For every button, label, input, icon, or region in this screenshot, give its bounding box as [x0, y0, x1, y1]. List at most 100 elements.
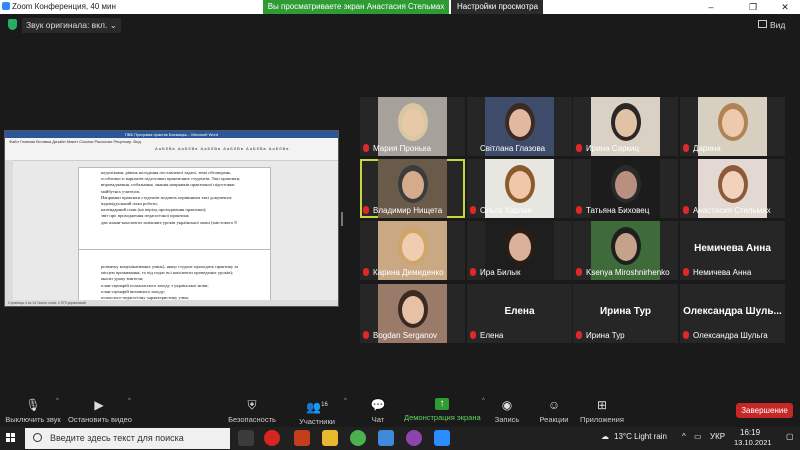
- panel-splitter-handle[interactable]: [341, 212, 343, 226]
- participant-tile[interactable]: Ира Билык: [467, 221, 572, 280]
- taskbar-search-box[interactable]: Введите здесь текст для поиска: [25, 428, 230, 449]
- meeting-toolbar: 🎙 Выключить звук ^ ▶ Остановить видео ^ …: [0, 394, 800, 427]
- caret-up-icon[interactable]: ^: [56, 398, 59, 404]
- participant-tile[interactable]: Ольга Харлан: [467, 159, 572, 218]
- participant-tile[interactable]: Татьяна Биховец: [573, 159, 678, 218]
- participant-tile[interactable]: Ирина Тур Ирина Тур: [573, 284, 678, 343]
- shared-window-title: ПВБ Програма практик Бахмацьк... Microso…: [5, 131, 338, 138]
- clock-time[interactable]: 16:19: [740, 428, 760, 437]
- windows-taskbar: Введите здесь текст для поиска ☁ 13°C Li…: [0, 427, 800, 450]
- mail-icon[interactable]: [378, 430, 394, 446]
- view-button[interactable]: Вид: [770, 20, 785, 30]
- taskbar-search-placeholder: Введите здесь текст для поиска: [50, 433, 184, 443]
- file-explorer-icon[interactable]: [322, 430, 338, 446]
- minimize-icon[interactable]: –: [696, 0, 726, 14]
- task-view-icon[interactable]: [238, 430, 254, 446]
- participant-tile[interactable]: Bogdan Serganov: [360, 284, 465, 343]
- word-style-gallery: АаБбВв АаБбВв АаБбВв АаБбВв АаБбВв АаБбВ…: [155, 146, 290, 151]
- participant-tile[interactable]: Немичева Анна Немичева Анна: [680, 221, 785, 280]
- caret-up-icon[interactable]: ^: [482, 398, 485, 404]
- participants-button[interactable]: 👥16 Участники ^: [296, 394, 347, 427]
- tray-up-arrow-icon[interactable]: ^: [682, 432, 686, 441]
- participant-name: Олександра Шульга: [693, 331, 768, 340]
- original-sound-toggle[interactable]: Звук оригинала: вкл. ⌄: [22, 18, 121, 33]
- restore-icon[interactable]: ❐: [738, 0, 768, 14]
- caret-up-icon[interactable]: ^: [344, 398, 347, 404]
- participant-face: [402, 109, 424, 137]
- record-button[interactable]: ◉ Запись: [492, 394, 522, 427]
- participant-tile[interactable]: Ирина Саркиц: [573, 97, 678, 156]
- notifications-icon[interactable]: ▢: [786, 432, 794, 441]
- participant-name: Bogdan Serganov: [373, 331, 438, 340]
- doc-line: майбутніх учителів.: [101, 188, 141, 194]
- close-icon[interactable]: ✕: [770, 0, 800, 14]
- doc-page: недоліками, рівень володіння поставленої…: [78, 167, 271, 251]
- participant-tile[interactable]: Елена Елена: [467, 284, 572, 343]
- microphone-icon: 🎙: [25, 398, 41, 412]
- participant-display-name: Олександра Шуль...: [683, 306, 782, 317]
- word-ribbon: Файл Главная Вставка Дизайн Макет Ссылки…: [5, 138, 338, 161]
- word-status-bar: Страница 4 из 14 Число слов: 4 973 украи…: [5, 300, 338, 306]
- zoom-taskbar-icon[interactable]: [434, 430, 450, 446]
- shield-icon: ⛨: [247, 398, 257, 412]
- participant-face: [615, 171, 637, 199]
- doc-line: два плани-конспекти залікових уроків укр…: [101, 219, 237, 225]
- doc-line: аналіз уроку вчителя;: [101, 276, 144, 282]
- view-options-button[interactable]: Настройки просмотра ⌄: [451, 0, 543, 25]
- word-side-pane: [5, 160, 13, 300]
- participant-face: [402, 296, 424, 324]
- participant-name: Немичева Анна: [693, 268, 752, 277]
- chrome-icon[interactable]: [350, 430, 366, 446]
- opera-icon[interactable]: [264, 430, 280, 446]
- doc-line: план-сценарій позакласного заходу з укра…: [101, 282, 209, 288]
- security-button[interactable]: ⛨ Безопасность: [226, 394, 278, 427]
- participant-name: Карина Демиденко: [373, 268, 444, 277]
- share-banner-message: Вы просматриваете экран Анастасия Стельм…: [263, 0, 449, 14]
- mute-button[interactable]: 🎙 Выключить звук ^: [4, 394, 62, 427]
- weather-text[interactable]: 13°C Light rain: [614, 432, 667, 441]
- participant-tile[interactable]: Мария Пронька: [360, 97, 465, 156]
- doc-line: Напрямки практики студентів подають кері…: [101, 194, 233, 200]
- participant-tile[interactable]: Олександра Шуль... Олександра Шульга: [680, 284, 785, 343]
- participant-face: [509, 109, 531, 137]
- apps-button[interactable]: ⊞ Приложения: [580, 394, 624, 427]
- participant-name: Елена: [480, 331, 504, 340]
- end-meeting-button[interactable]: Завершение: [736, 403, 793, 418]
- participant-face: [402, 233, 424, 261]
- participant-tile[interactable]: Анастасия Стельмах: [680, 159, 785, 218]
- view-grid-icon[interactable]: [758, 20, 767, 28]
- share-screen-button[interactable]: ↑ Демонстрация экрана ^: [404, 394, 485, 427]
- participant-name: Ольга Харлан: [480, 206, 532, 215]
- doc-line: звіт про проходження педагогічної практи…: [101, 213, 190, 219]
- shared-screen[interactable]: ПВБ Програма практик Бахмацьк... Microso…: [4, 130, 339, 307]
- network-icon[interactable]: ▭: [694, 432, 702, 441]
- participant-tile[interactable]: Дарина: [680, 97, 785, 156]
- language-indicator[interactable]: УКР: [710, 432, 725, 441]
- windows-start-icon[interactable]: [6, 433, 16, 443]
- caret-up-icon[interactable]: ^: [128, 398, 131, 404]
- window-title: Zoom Конференция, 40 мин: [12, 2, 116, 11]
- share-banner: Вы просматриваете экран Анастасия Стельм…: [263, 0, 543, 25]
- word-ribbon-tabs: Файл Главная Вставка Дизайн Макет Ссылки…: [9, 139, 141, 144]
- participant-tile[interactable]: Владимир Нищета: [360, 159, 465, 218]
- powerpoint-icon[interactable]: [294, 430, 310, 446]
- participant-name: Ирина Тур: [586, 331, 625, 340]
- encryption-shield-icon[interactable]: [8, 19, 17, 30]
- share-screen-icon: ↑: [435, 398, 449, 410]
- participant-display-name: Ирина Тур: [599, 306, 652, 317]
- doc-line: місцем проживання, то від подає всі конс…: [101, 270, 234, 276]
- doc-line: особливості варіантів підготовки практич…: [101, 176, 241, 182]
- viber-icon[interactable]: [406, 430, 422, 446]
- reactions-button[interactable]: ☺ Реакции: [538, 394, 570, 427]
- participant-tile[interactable]: Карина Демиденко: [360, 221, 465, 280]
- video-camera-icon: ▶: [94, 398, 104, 412]
- participant-tile[interactable]: Світлана Глазова: [467, 97, 572, 156]
- clock-date[interactable]: 13.10.2021: [734, 438, 772, 447]
- participant-name: Ирина Саркиц: [586, 144, 640, 153]
- doc-line: календарний план (на період проходження …: [101, 207, 207, 213]
- chat-button[interactable]: 💬 Чат: [366, 394, 390, 427]
- participant-tile[interactable]: Ksenya Miroshnirhenko: [573, 221, 678, 280]
- record-icon: ◉: [501, 398, 513, 412]
- participant-face: [615, 233, 637, 261]
- stop-video-button[interactable]: ▶ Остановить видео ^: [68, 394, 132, 427]
